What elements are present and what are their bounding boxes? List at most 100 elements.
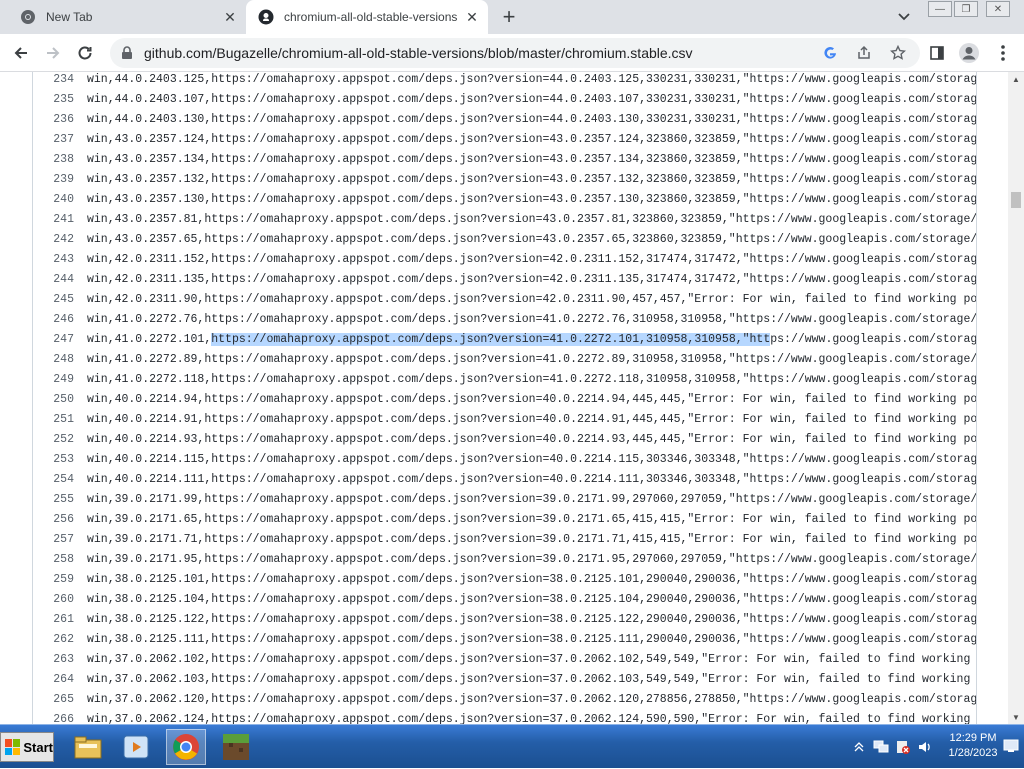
- line-number[interactable]: 248: [0, 350, 80, 370]
- code-line[interactable]: 261 win,38.0.2125.122,https://omahaproxy.…: [0, 610, 976, 630]
- code-line[interactable]: 243 win,42.0.2311.152,https://omahaproxy.…: [0, 250, 976, 270]
- line-number[interactable]: 234: [0, 72, 80, 90]
- line-text[interactable]: win,39.0.2171.71,https://omahaproxy.apps…: [80, 530, 976, 550]
- line-text[interactable]: win,38.0.2125.122,https://omahaproxy.app…: [80, 610, 976, 630]
- line-number[interactable]: 252: [0, 430, 80, 450]
- code-line[interactable]: 244 win,42.0.2311.135,https://omahaproxy.…: [0, 270, 976, 290]
- line-text[interactable]: win,41.0.2272.101,https://omahaproxy.app…: [80, 330, 976, 350]
- code-line[interactable]: 264 win,37.0.2062.103,https://omahaproxy.…: [0, 670, 976, 690]
- code-line[interactable]: 242 win,43.0.2357.65,https://omahaproxy.a…: [0, 230, 976, 250]
- line-text[interactable]: win,43.0.2357.134,https://omahaproxy.app…: [80, 150, 976, 170]
- kebab-menu-icon[interactable]: [990, 40, 1016, 66]
- file-explorer-icon[interactable]: [68, 729, 108, 765]
- line-number[interactable]: 253: [0, 450, 80, 470]
- line-number[interactable]: 239: [0, 170, 80, 190]
- code-line[interactable]: 257 win,39.0.2171.71,https://omahaproxy.a…: [0, 530, 976, 550]
- line-number[interactable]: 242: [0, 230, 80, 250]
- network-icon[interactable]: [870, 736, 892, 758]
- star-icon[interactable]: [886, 41, 910, 65]
- line-text[interactable]: win,43.0.2357.81,https://omahaproxy.apps…: [80, 210, 976, 230]
- line-number[interactable]: 235: [0, 90, 80, 110]
- line-number[interactable]: 251: [0, 410, 80, 430]
- code-line[interactable]: 265 win,37.0.2062.120,https://omahaproxy.…: [0, 690, 976, 710]
- google-icon[interactable]: [818, 41, 842, 65]
- line-number[interactable]: 244: [0, 270, 80, 290]
- code-line[interactable]: 258 win,39.0.2171.95,https://omahaproxy.a…: [0, 550, 976, 570]
- chevron-down-icon[interactable]: [894, 8, 914, 26]
- line-number[interactable]: 246: [0, 310, 80, 330]
- page-scrollbar[interactable]: ▲ ▼: [1008, 72, 1024, 724]
- line-text[interactable]: win,39.0.2171.65,https://omahaproxy.apps…: [80, 510, 976, 530]
- action-center-icon[interactable]: [892, 736, 914, 758]
- line-text[interactable]: win,39.0.2171.95,https://omahaproxy.apps…: [80, 550, 976, 570]
- line-text[interactable]: win,37.0.2062.103,https://omahaproxy.app…: [80, 670, 976, 690]
- code-line[interactable]: 259 win,38.0.2125.101,https://omahaproxy.…: [0, 570, 976, 590]
- code-line[interactable]: 254 win,40.0.2214.111,https://omahaproxy.…: [0, 470, 976, 490]
- line-text[interactable]: win,38.0.2125.111,https://omahaproxy.app…: [80, 630, 976, 650]
- code-line[interactable]: 236 win,44.0.2403.130,https://omahaproxy.…: [0, 110, 976, 130]
- line-number[interactable]: 263: [0, 650, 80, 670]
- arrow-left-icon[interactable]: [8, 40, 34, 66]
- lock-icon[interactable]: [120, 46, 134, 60]
- code-line[interactable]: 252 win,40.0.2214.93,https://omahaproxy.a…: [0, 430, 976, 450]
- scroll-down-icon[interactable]: ▼: [1008, 710, 1024, 724]
- code-line[interactable]: 255 win,39.0.2171.99,https://omahaproxy.a…: [0, 490, 976, 510]
- minecraft-icon[interactable]: [216, 729, 256, 765]
- code-line[interactable]: 249 win,41.0.2272.118,https://omahaproxy.…: [0, 370, 976, 390]
- restore-icon[interactable]: ❐: [954, 1, 978, 17]
- line-text[interactable]: win,40.0.2214.111,https://omahaproxy.app…: [80, 470, 976, 490]
- code-line[interactable]: 256 win,39.0.2171.65,https://omahaproxy.a…: [0, 510, 976, 530]
- code-line[interactable]: 235 win,44.0.2403.107,https://omahaproxy.…: [0, 90, 976, 110]
- close-icon[interactable]: ✕: [462, 7, 482, 27]
- line-number[interactable]: 243: [0, 250, 80, 270]
- line-number[interactable]: 265: [0, 690, 80, 710]
- code-line[interactable]: 251 win,40.0.2214.91,https://omahaproxy.a…: [0, 410, 976, 430]
- line-number[interactable]: 261: [0, 610, 80, 630]
- line-text[interactable]: win,39.0.2171.99,https://omahaproxy.apps…: [80, 490, 976, 510]
- line-text[interactable]: win,38.0.2125.104,https://omahaproxy.app…: [80, 590, 976, 610]
- minimize-icon[interactable]: —: [928, 1, 952, 17]
- line-number[interactable]: 247: [0, 330, 80, 350]
- line-text[interactable]: win,37.0.2062.102,https://omahaproxy.app…: [80, 650, 976, 670]
- line-text[interactable]: win,42.0.2311.135,https://omahaproxy.app…: [80, 270, 976, 290]
- line-text[interactable]: win,41.0.2272.76,https://omahaproxy.apps…: [80, 310, 976, 330]
- code-view[interactable]: 234 win,44.0.2403.125,https://omahaproxy.…: [0, 72, 976, 724]
- line-text[interactable]: win,43.0.2357.124,https://omahaproxy.app…: [80, 130, 976, 150]
- scroll-thumb[interactable]: [1011, 192, 1021, 208]
- profile-icon[interactable]: [956, 40, 982, 66]
- line-number[interactable]: 257: [0, 530, 80, 550]
- line-text[interactable]: win,40.0.2214.93,https://omahaproxy.apps…: [80, 430, 976, 450]
- line-number[interactable]: 236: [0, 110, 80, 130]
- line-text[interactable]: win,44.0.2403.125,https://omahaproxy.app…: [80, 72, 976, 90]
- start-button[interactable]: Start: [0, 732, 54, 762]
- line-number[interactable]: 237: [0, 130, 80, 150]
- line-number[interactable]: 254: [0, 470, 80, 490]
- line-text[interactable]: win,38.0.2125.101,https://omahaproxy.app…: [80, 570, 976, 590]
- line-number[interactable]: 240: [0, 190, 80, 210]
- line-number[interactable]: 258: [0, 550, 80, 570]
- code-line[interactable]: 263 win,37.0.2062.102,https://omahaproxy.…: [0, 650, 976, 670]
- volume-icon[interactable]: [914, 736, 936, 758]
- line-number[interactable]: 245: [0, 290, 80, 310]
- line-number[interactable]: 260: [0, 590, 80, 610]
- plus-icon[interactable]: +: [496, 4, 522, 29]
- line-text[interactable]: win,40.0.2214.91,https://omahaproxy.apps…: [80, 410, 976, 430]
- line-text[interactable]: win,41.0.2272.89,https://omahaproxy.apps…: [80, 350, 976, 370]
- code-line[interactable]: 250 win,40.0.2214.94,https://omahaproxy.a…: [0, 390, 976, 410]
- reload-icon[interactable]: [72, 40, 98, 66]
- code-line[interactable]: 239 win,43.0.2357.132,https://omahaproxy.…: [0, 170, 976, 190]
- code-line[interactable]: 234 win,44.0.2403.125,https://omahaproxy.…: [0, 72, 976, 90]
- code-line[interactable]: 247 win,41.0.2272.101,https://omahaproxy.…: [0, 330, 976, 350]
- line-number[interactable]: 256: [0, 510, 80, 530]
- line-text[interactable]: win,42.0.2311.152,https://omahaproxy.app…: [80, 250, 976, 270]
- line-text[interactable]: win,44.0.2403.107,https://omahaproxy.app…: [80, 90, 976, 110]
- window-close-icon[interactable]: ✕: [986, 1, 1010, 17]
- code-line[interactable]: 237 win,43.0.2357.124,https://omahaproxy.…: [0, 130, 976, 150]
- line-text[interactable]: win,41.0.2272.118,https://omahaproxy.app…: [80, 370, 976, 390]
- tab-new-tab[interactable]: New Tab ✕: [8, 0, 246, 34]
- close-icon[interactable]: ✕: [220, 7, 240, 27]
- media-player-icon[interactable]: [116, 729, 156, 765]
- code-line[interactable]: 248 win,41.0.2272.89,https://omahaproxy.a…: [0, 350, 976, 370]
- line-text[interactable]: win,43.0.2357.132,https://omahaproxy.app…: [80, 170, 976, 190]
- line-text[interactable]: win,43.0.2357.130,https://omahaproxy.app…: [80, 190, 976, 210]
